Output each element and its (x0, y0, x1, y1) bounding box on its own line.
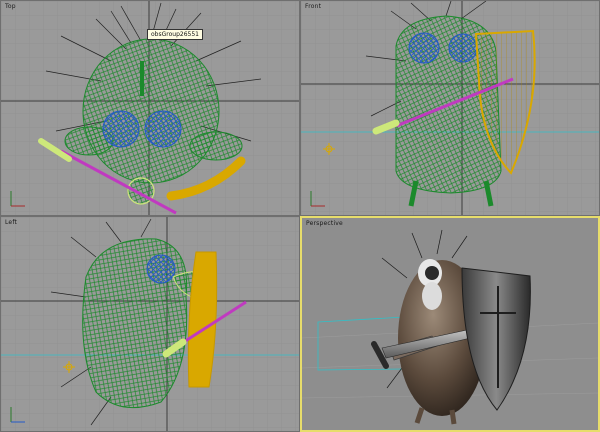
viewport-top[interactable]: Top obsGroup26551 (0, 0, 300, 216)
viewport-label-perspective[interactable]: Perspective (306, 220, 343, 227)
arm-right-wireframe-top (189, 131, 243, 161)
eye-left-wireframe-top (102, 110, 140, 148)
viewport-front-scene[interactable] (301, 1, 600, 216)
eye-wireframe-left (146, 254, 176, 284)
object-name-tooltip: obsGroup26551 (147, 29, 203, 40)
viewport-left-scene[interactable] (1, 217, 300, 432)
viewport-left[interactable]: Left (0, 216, 300, 432)
eye-right-wireframe-front (448, 33, 478, 63)
hedgehog-nose (422, 282, 442, 310)
eye-left-wireframe-front (408, 32, 440, 64)
body-wireframe-top (82, 38, 220, 184)
viewport-label-front[interactable]: Front (305, 3, 321, 10)
viewport-front[interactable]: Front (300, 0, 600, 216)
max-viewport-layout: Top obsGroup26551 Front Left Perspective (0, 0, 600, 432)
eye-right-wireframe-top (144, 110, 182, 148)
viewport-perspective[interactable]: Perspective (300, 216, 600, 432)
viewport-perspective-scene[interactable] (302, 218, 598, 430)
hedgehog-pupil (425, 266, 439, 280)
viewport-label-left[interactable]: Left (5, 219, 17, 226)
viewport-label-top[interactable]: Top (5, 3, 16, 10)
